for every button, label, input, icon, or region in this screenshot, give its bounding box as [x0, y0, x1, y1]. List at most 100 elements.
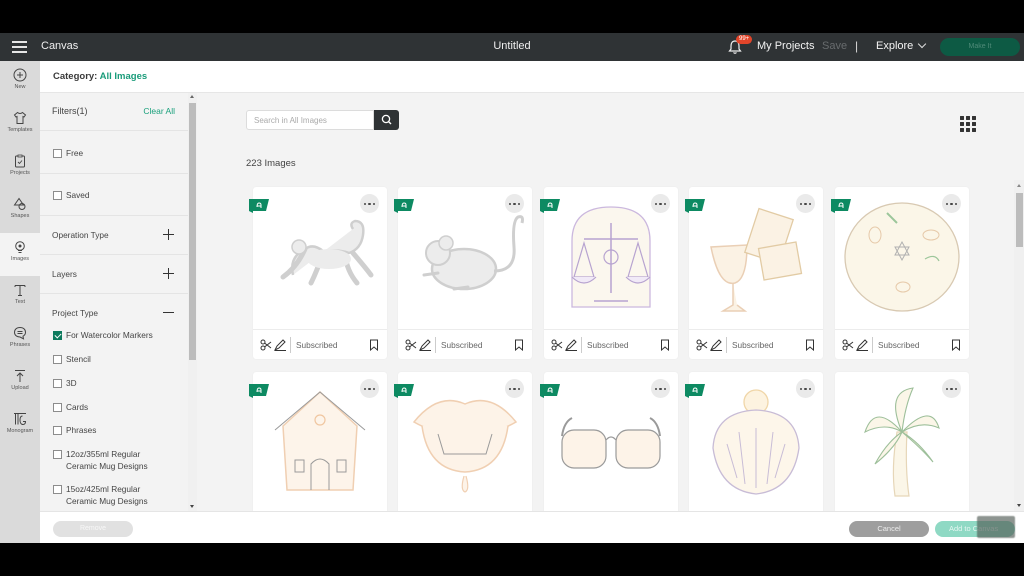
card-footer: Subscribed: [835, 329, 969, 359]
project-type-checkbox[interactable]: [53, 426, 62, 435]
nav-templates[interactable]: Templates: [0, 104, 40, 147]
cut-draw-icon: [842, 339, 868, 351]
cancel-button[interactable]: Cancel: [849, 521, 929, 537]
bookmark-icon[interactable]: [805, 339, 815, 351]
upload-icon: [15, 370, 25, 382]
image-card[interactable]: Subscribed: [249, 187, 387, 359]
save-button[interactable]: Save: [822, 40, 847, 52]
letterbox-top: [0, 0, 1024, 33]
scrollbar-thumb[interactable]: [1016, 193, 1023, 247]
image-card[interactable]: [249, 372, 387, 511]
subscription-flag-icon: [831, 199, 851, 213]
nav-images[interactable]: Images: [0, 233, 40, 276]
project-type-checkbox[interactable]: [53, 355, 62, 364]
bookmark-icon[interactable]: [369, 339, 379, 351]
more-options-button[interactable]: [942, 194, 961, 213]
search-input[interactable]: [246, 110, 374, 130]
project-type-label: Stencil: [66, 354, 91, 364]
scroll-down-arrow-icon[interactable]: [190, 505, 194, 508]
image-card[interactable]: Subscribed: [540, 187, 678, 359]
document-title[interactable]: Untitled: [493, 40, 530, 52]
image-card[interactable]: Subscribed: [685, 187, 823, 359]
nav-label: Monogram: [6, 428, 34, 434]
subscription-flag-icon: [249, 199, 269, 213]
scroll-up-arrow-icon[interactable]: [1017, 184, 1021, 187]
card-footer: Subscribed: [689, 329, 823, 359]
more-options-button[interactable]: [942, 379, 961, 398]
search-icon: [381, 114, 392, 125]
more-options-button[interactable]: [505, 379, 524, 398]
image-card[interactable]: [835, 372, 969, 511]
my-projects-link[interactable]: My Projects: [757, 40, 814, 52]
more-options-button[interactable]: [360, 379, 379, 398]
monogram-icon: [14, 413, 27, 426]
image-card[interactable]: Subscribed: [394, 187, 532, 359]
plus-icon[interactable]: [163, 229, 174, 240]
more-options-button[interactable]: [796, 194, 815, 213]
results-scrollbar[interactable]: [1014, 180, 1024, 511]
nav-monogram[interactable]: Monogram: [0, 405, 40, 448]
bookmark-icon[interactable]: [514, 339, 524, 351]
category-header: Category: All Images: [40, 61, 1024, 93]
more-options-button[interactable]: [651, 194, 670, 213]
filter-saved[interactable]: Saved: [40, 174, 188, 216]
filter-label: Free: [66, 148, 84, 158]
image-card[interactable]: [540, 372, 678, 511]
clipboard-icon: [15, 154, 25, 168]
category-value[interactable]: All Images: [100, 71, 148, 82]
explore-label: Explore: [876, 40, 914, 52]
filter-scrollbar[interactable]: [188, 93, 197, 511]
divider: [581, 337, 582, 353]
more-options-button[interactable]: [360, 194, 379, 213]
explore-menu[interactable]: Explore: [876, 39, 927, 52]
project-type-checkbox[interactable]: [53, 450, 62, 459]
more-options-button[interactable]: [505, 194, 524, 213]
project-type-label: Cards: [66, 402, 89, 412]
subscription-flag-icon: [685, 384, 705, 398]
lightbulb-icon: [15, 241, 25, 253]
project-type-checkbox[interactable]: [53, 485, 62, 494]
tshirt-icon: [13, 111, 27, 124]
project-type-checkbox[interactable]: [53, 403, 62, 412]
section-label[interactable]: Project Type: [52, 307, 98, 319]
search-button[interactable]: [374, 110, 399, 130]
nav-projects[interactable]: Projects: [0, 147, 40, 190]
saved-checkbox[interactable]: [53, 191, 62, 200]
plus-icon[interactable]: [163, 268, 174, 279]
subscription-status: Subscribed: [296, 340, 338, 350]
filters-title: Filters(1): [52, 106, 88, 116]
cut-draw-icon: [405, 339, 431, 351]
scroll-up-arrow-icon[interactable]: [190, 95, 194, 98]
image-card[interactable]: Subscribed: [831, 187, 969, 359]
more-options-button[interactable]: [796, 379, 815, 398]
nav-upload[interactable]: Upload: [0, 362, 40, 405]
nav-text[interactable]: Text: [0, 276, 40, 319]
scroll-down-arrow-icon[interactable]: [1017, 504, 1021, 507]
section-layers[interactable]: Layers: [40, 255, 188, 294]
subscription-flag-icon: [249, 384, 269, 398]
minus-icon[interactable]: [163, 307, 174, 318]
clear-all-link[interactable]: Clear All: [143, 106, 175, 116]
divider: [290, 337, 291, 353]
hamburger-menu-icon[interactable]: [12, 41, 27, 53]
image-card[interactable]: [394, 372, 532, 511]
subscription-flag-icon: [394, 199, 414, 213]
section-label: Operation Type: [52, 230, 109, 240]
nav-shapes[interactable]: Shapes: [0, 190, 40, 233]
project-type-checkbox[interactable]: [53, 379, 62, 388]
section-operation-type[interactable]: Operation Type: [40, 216, 188, 255]
image-card[interactable]: [685, 372, 823, 511]
nav-new[interactable]: New: [0, 61, 40, 104]
project-type-label: For Watercolor Markers: [66, 330, 153, 340]
project-type-checkbox[interactable]: [53, 331, 62, 340]
bookmark-icon[interactable]: [951, 339, 961, 351]
more-options-button[interactable]: [651, 379, 670, 398]
grid-view-icon[interactable]: [960, 116, 976, 132]
make-it-button[interactable]: Make It: [940, 38, 1020, 56]
filter-free[interactable]: Free: [40, 131, 188, 174]
remove-button[interactable]: Remove: [53, 521, 133, 537]
scrollbar-thumb[interactable]: [189, 103, 196, 360]
nav-phrases[interactable]: Phrases: [0, 319, 40, 362]
free-checkbox[interactable]: [53, 149, 62, 158]
bookmark-icon[interactable]: [660, 339, 670, 351]
